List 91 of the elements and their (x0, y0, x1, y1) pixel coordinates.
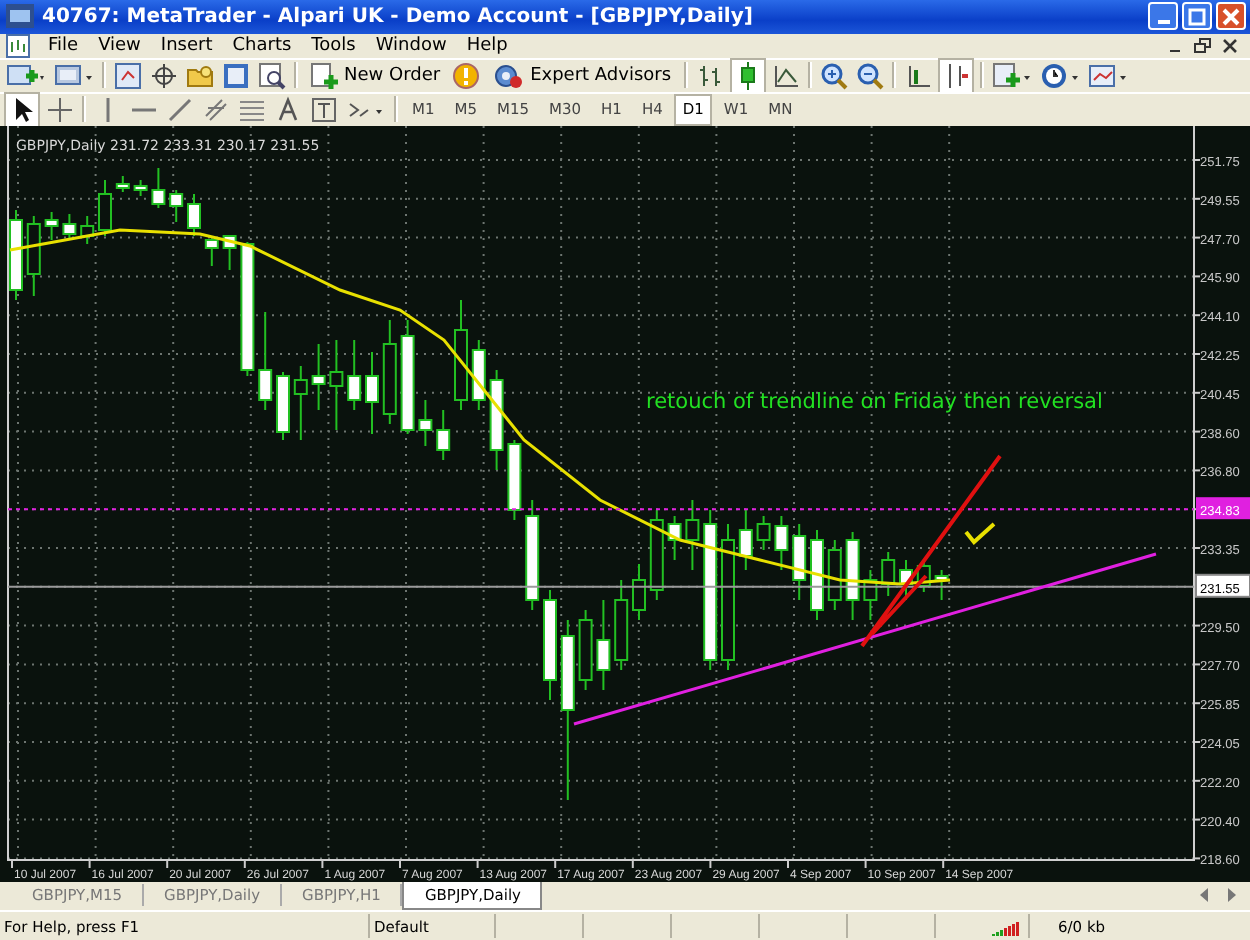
profiles-icon[interactable] (54, 61, 94, 90)
candle (382, 319, 397, 426)
scroll-right-icon[interactable] (1226, 888, 1238, 903)
candle (80, 215, 95, 246)
candle (916, 559, 931, 594)
candle (667, 515, 682, 562)
maximize-icon (1188, 7, 1206, 26)
candle (311, 343, 326, 412)
candle (632, 563, 646, 622)
clock-icon[interactable] (1039, 61, 1080, 90)
candle (827, 539, 842, 612)
indicators-icon[interactable] (991, 61, 1032, 90)
candle (240, 241, 255, 378)
line-chart-icon[interactable] (771, 61, 800, 90)
candle (293, 365, 308, 442)
menu-item[interactable]: Tools (305, 35, 370, 56)
close-icon (1222, 7, 1240, 26)
expert-advisors-button[interactable]: Expert Advisors (488, 60, 676, 91)
menu-item[interactable]: View (92, 35, 155, 56)
minimize-button[interactable] (1148, 2, 1178, 31)
new-order-button[interactable]: New Order (306, 60, 445, 91)
trendline-icon[interactable] (166, 95, 194, 124)
bar-chart-icon[interactable] (695, 61, 724, 90)
candle (685, 499, 700, 572)
text-icon[interactable] (274, 95, 302, 124)
window-title: 40767: MetaTrader - Alpari UK - Demo Account - [GBPJPY,Daily] (42, 5, 755, 28)
candle (454, 299, 468, 412)
candle (738, 509, 753, 572)
candle (774, 515, 789, 572)
candle (347, 339, 362, 412)
candle (934, 569, 949, 602)
candle (400, 319, 415, 436)
zoom-in-icon[interactable] (819, 61, 848, 90)
candle (222, 235, 237, 272)
candle (792, 523, 807, 602)
candle (543, 589, 557, 702)
candle (44, 211, 59, 242)
candle (258, 311, 273, 412)
candle (756, 515, 771, 552)
menu-item[interactable]: Insert (154, 35, 227, 56)
candle (169, 189, 184, 224)
crosshair-icon[interactable] (150, 61, 178, 90)
channel-icon[interactable] (202, 95, 230, 124)
candle (9, 209, 23, 302)
candle (329, 339, 344, 432)
candle (276, 371, 290, 442)
tester-icon[interactable] (258, 61, 286, 90)
maximize-button[interactable] (1182, 2, 1212, 31)
close-button[interactable] (1216, 2, 1246, 31)
text-label-icon[interactable] (310, 95, 338, 124)
candle (26, 215, 41, 298)
candle (133, 179, 148, 198)
menu-item[interactable]: File (42, 35, 93, 56)
candle (863, 569, 878, 622)
scroll-left-icon[interactable] (1198, 888, 1210, 903)
cursor-icon[interactable] (6, 93, 38, 126)
check-mark-icon (964, 523, 996, 546)
warning-icon[interactable] (452, 61, 481, 90)
candle (525, 499, 540, 612)
app-icon (6, 4, 34, 29)
candle (115, 175, 130, 194)
candle (187, 193, 201, 238)
candle (62, 213, 77, 242)
connection-bars-icon (992, 917, 1020, 936)
close-icon[interactable] (1222, 37, 1238, 54)
candle (365, 351, 379, 436)
candle (204, 235, 219, 268)
candle (489, 369, 504, 472)
candle (436, 409, 451, 462)
candle (881, 551, 896, 598)
candle (596, 599, 611, 692)
candle (418, 399, 433, 448)
menu-item[interactable]: Help (460, 35, 522, 56)
zoom-out-icon[interactable] (855, 61, 884, 90)
menu-item[interactable]: Charts (226, 35, 306, 56)
candle (471, 339, 486, 412)
chart-note: retouch of trendline on Friday then reversal (646, 390, 1103, 415)
candlestick-icon[interactable] (731, 59, 764, 92)
new-chart-icon[interactable] (6, 61, 46, 90)
candle (98, 179, 112, 238)
restore-icon[interactable] (1194, 37, 1212, 54)
menu-item[interactable]: Window (369, 35, 461, 56)
candle (614, 579, 629, 672)
candle (810, 529, 824, 622)
crosshair-icon[interactable] (46, 95, 74, 124)
candle (507, 439, 522, 522)
candle (578, 609, 593, 692)
candle (151, 167, 166, 210)
candle (845, 531, 860, 622)
templates-icon[interactable] (1087, 61, 1128, 90)
candle (649, 509, 664, 602)
